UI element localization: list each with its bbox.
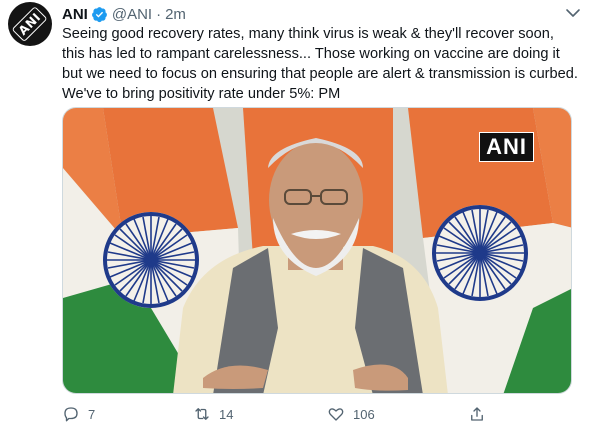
avatar[interactable]: ANI bbox=[8, 2, 52, 46]
retweet-count: 14 bbox=[219, 406, 234, 422]
tweet-header: ANI @ANI · 2m bbox=[62, 4, 186, 24]
reply-button[interactable]: 7 bbox=[62, 402, 95, 426]
share-icon bbox=[471, 407, 483, 421]
tweet-card[interactable]: ANI ANI @ANI · 2m Seeing good recovery r… bbox=[0, 0, 596, 430]
author-name[interactable]: ANI bbox=[62, 6, 88, 23]
like-count: 106 bbox=[353, 406, 375, 422]
reply-icon bbox=[64, 407, 78, 422]
tweet-timestamp[interactable]: 2m bbox=[165, 6, 186, 23]
avatar-logo: ANI bbox=[11, 5, 49, 43]
tweet-text: Seeing good recovery rates, many think v… bbox=[62, 26, 578, 102]
share-button[interactable] bbox=[468, 402, 486, 426]
ani-watermark: ANI bbox=[479, 132, 534, 162]
header-separator: · bbox=[156, 5, 162, 23]
heart-icon bbox=[328, 408, 344, 421]
more-options-icon[interactable] bbox=[562, 6, 584, 20]
tweet-media-image[interactable]: ANI bbox=[62, 107, 572, 394]
retweet-icon bbox=[195, 408, 209, 420]
retweet-button[interactable]: 14 bbox=[193, 402, 233, 426]
verified-badge-icon bbox=[91, 6, 107, 22]
reply-count: 7 bbox=[88, 406, 96, 422]
author-handle[interactable]: @ANI bbox=[112, 6, 152, 23]
tweet-actions: 7 14 106 bbox=[62, 402, 502, 426]
like-button[interactable]: 106 bbox=[327, 402, 375, 426]
